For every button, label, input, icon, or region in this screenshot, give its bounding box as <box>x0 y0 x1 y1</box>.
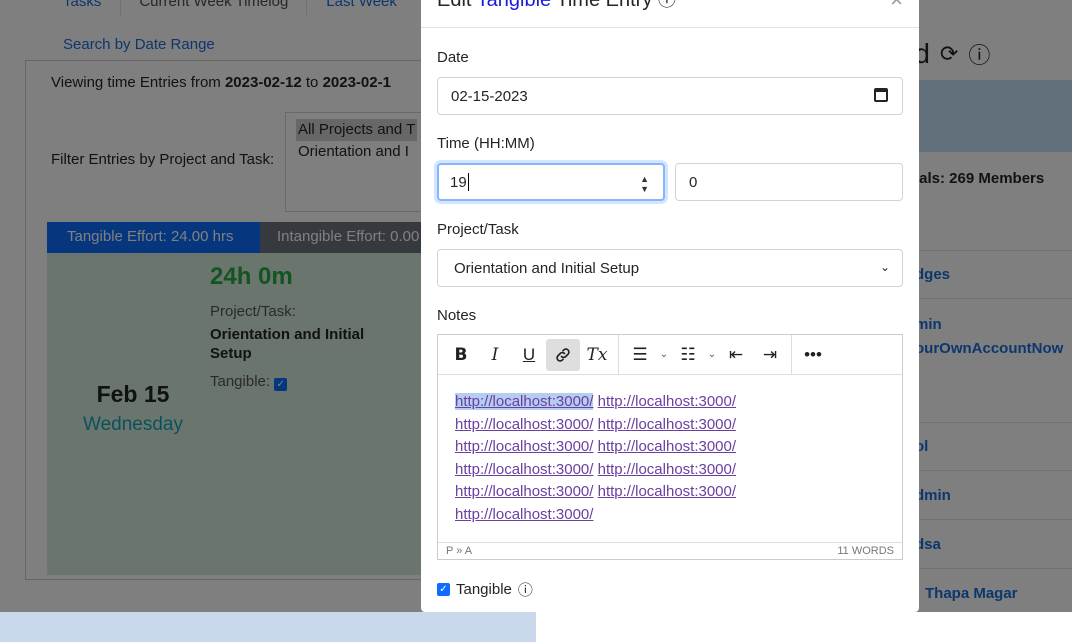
editor-statusbar: P » A 11 WORDS <box>438 542 902 559</box>
info-icon[interactable]: ⓘ <box>658 0 676 10</box>
note-link[interactable]: http://localhost:3000/ <box>455 416 593 433</box>
spinner-icon[interactable]: ▲ ▼ <box>640 174 649 194</box>
toolbar-divider <box>618 334 619 375</box>
note-link[interactable]: http://localhost:3000/ <box>598 438 736 455</box>
tangible-label: Tangible <box>456 581 512 598</box>
title-suffix: Time Entry <box>556 0 653 11</box>
link-button[interactable] <box>546 338 580 371</box>
note-link[interactable]: http://localhost:3000/ <box>598 416 736 433</box>
modal-header: Edit Tangible Time Entry ⓘ × <box>421 0 919 28</box>
minutes-input[interactable]: 0 <box>675 163 903 201</box>
tangible-checkbox[interactable]: ✓ <box>437 583 450 596</box>
element-path[interactable]: P » A <box>446 545 472 557</box>
calendar-icon[interactable] <box>874 88 888 102</box>
edit-time-entry-modal: Edit Tangible Time Entry ⓘ × Date 02-15-… <box>421 0 919 612</box>
tangible-row: ✓ Tangible ⓘ <box>437 579 533 600</box>
note-link[interactable]: http://localhost:3000/ <box>598 393 736 410</box>
info-icon[interactable]: ⓘ <box>518 579 533 600</box>
word-count[interactable]: 11 WORDS <box>837 545 894 557</box>
outdent-button[interactable]: ⇤ <box>719 339 753 371</box>
note-link[interactable]: http://localhost:3000/ <box>455 483 593 500</box>
note-link[interactable]: http://localhost:3000/ <box>598 461 736 478</box>
hours-input[interactable]: 19 ▲ ▼ <box>437 163 665 201</box>
indent-button[interactable]: ⇥ <box>753 339 787 371</box>
bullet-list-button[interactable]: ☰ <box>623 339 657 371</box>
toolbar-divider <box>791 334 792 375</box>
chevron-down-icon[interactable]: ⌄ <box>705 339 719 371</box>
numbered-list-button[interactable]: ☷ <box>671 339 705 371</box>
chevron-down-icon[interactable]: ⌄ <box>657 339 671 371</box>
clear-formatting-button[interactable]: Tx <box>580 339 614 371</box>
notes-label: Notes <box>437 307 477 324</box>
editor-toolbar: B I U Tx ☰ ⌄ ☷ ⌄ ⇤ ⇥ ••• <box>438 334 902 375</box>
title-prefix: Edit <box>437 0 472 11</box>
link-icon <box>556 347 570 362</box>
editor-content[interactable]: http://localhost:3000/ http://localhost:… <box>438 375 902 543</box>
more-button[interactable]: ••• <box>796 339 830 371</box>
minutes-value: 0 <box>689 173 698 191</box>
date-input[interactable]: 02-15-2023 <box>437 77 903 115</box>
project-task-label: Project/Task <box>437 221 519 238</box>
chevron-down-icon: ⌄ <box>879 260 890 274</box>
note-link[interactable]: http://localhost:3000/ <box>455 506 593 523</box>
note-link[interactable]: http://localhost:3000/ <box>455 393 594 410</box>
time-label: Time (HH:MM) <box>437 135 535 152</box>
date-label: Date <box>437 49 469 66</box>
bottom-panel <box>0 612 536 642</box>
close-icon[interactable]: × <box>890 0 903 13</box>
notes-editor[interactable]: B I U Tx ☰ ⌄ ☷ ⌄ ⇤ ⇥ ••• http://localhos… <box>437 334 903 560</box>
title-accent: Tangible <box>476 0 552 11</box>
modal-title: Edit Tangible Time Entry ⓘ <box>437 0 676 12</box>
underline-button[interactable]: U <box>512 339 546 371</box>
hours-value: 19 <box>450 173 467 191</box>
project-task-select[interactable]: Orientation and Initial Setup ⌄ <box>437 249 903 287</box>
date-value: 02-15-2023 <box>451 87 528 105</box>
note-link[interactable]: http://localhost:3000/ <box>455 461 593 478</box>
italic-button[interactable]: I <box>478 339 512 371</box>
note-link[interactable]: http://localhost:3000/ <box>455 438 593 455</box>
text-caret <box>467 173 469 191</box>
note-link[interactable]: http://localhost:3000/ <box>598 483 736 500</box>
project-task-value: Orientation and Initial Setup <box>454 259 640 277</box>
bold-button[interactable]: B <box>444 339 478 371</box>
